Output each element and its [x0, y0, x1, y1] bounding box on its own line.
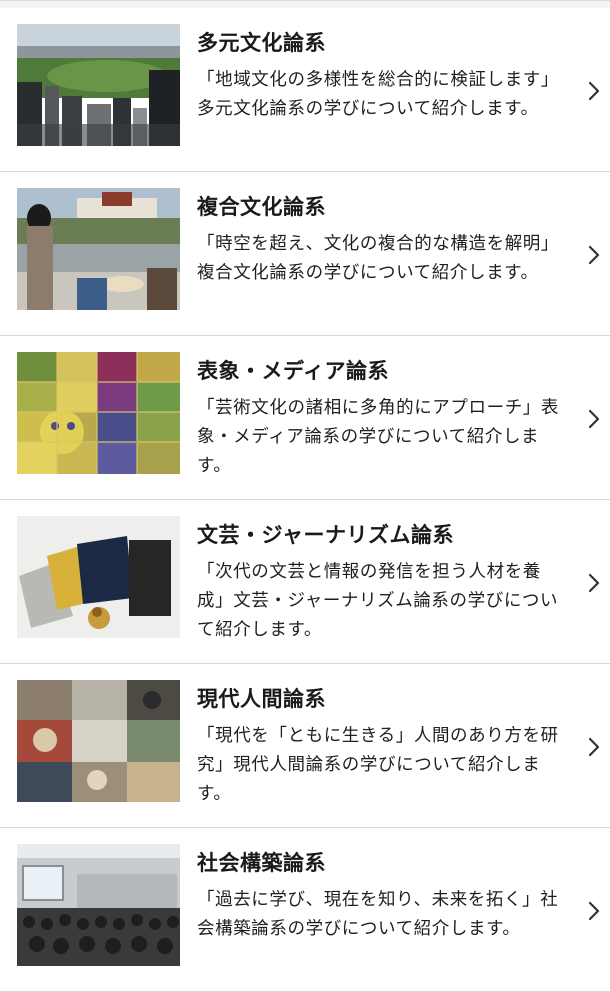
item-description: 「芸術文化の諸相に多角的にアプローチ」表象・メディア論系の学びについて紹介します… — [197, 398, 559, 476]
item-title: 現代人間論系 — [197, 687, 326, 711]
lecture-hall-photo — [17, 844, 180, 966]
list-item-hyosho-media[interactable]: 表象・メディア論系 「芸術文化の諸相に多角的にアプローチ」表象・メディア論系の学… — [0, 336, 610, 500]
item-description: 「次代の文芸と情報の発信を担う人材を養成」文芸・ジャーナリズム論系の学びについて… — [197, 562, 559, 640]
chevron-right-icon — [588, 81, 600, 101]
list-item-fukugo[interactable]: 複合文化論系 「時空を超え、文化の複合的な構造を解明」複合文化論系の学びについて… — [0, 172, 610, 336]
books-photo — [17, 516, 180, 638]
chevron-right-icon — [588, 573, 600, 593]
chevron-right-icon — [588, 901, 600, 921]
chevron-right-icon — [588, 737, 600, 757]
item-title: 文芸・ジャーナリズム論系 — [197, 523, 454, 547]
item-title: 多元文化論系 — [197, 31, 326, 55]
list-item-shakai-kochiku[interactable]: 社会構築論系 「過去に学び、現在を知り、未来を拓く」社会構築論系の学びについて紹… — [0, 828, 610, 992]
item-title: 社会構築論系 — [197, 851, 326, 875]
city-park-photo — [17, 24, 180, 146]
chevron-right-icon — [588, 245, 600, 265]
item-description: 「現代を「ともに生きる」人間のあり方を研究」現代人間論系の学びについて紹介します… — [197, 726, 559, 804]
course-list: 多元文化論系 「地域文化の多様性を総合的に検証します」多元文化論系の学びについて… — [0, 0, 610, 992]
item-title: 複合文化論系 — [197, 195, 326, 219]
item-description: 「地域文化の多様性を総合的に検証します」多元文化論系の学びについて紹介します。 — [197, 70, 559, 119]
mosaic-art-photo — [17, 352, 180, 474]
list-item-bungei-journalism[interactable]: 文芸・ジャーナリズム論系 「次代の文芸と情報の発信を担う人材を養成」文芸・ジャー… — [0, 500, 610, 664]
tibet-palace-photo — [17, 188, 180, 310]
list-item-tabunka[interactable]: 多元文化論系 「地域文化の多様性を総合的に検証します」多元文化論系の学びについて… — [0, 8, 610, 172]
collage-photo — [17, 680, 180, 802]
chevron-right-icon — [588, 409, 600, 429]
item-description: 「過去に学び、現在を知り、未来を拓く」社会構築論系の学びについて紹介します。 — [197, 890, 559, 939]
item-description: 「時空を超え、文化の複合的な構造を解明」複合文化論系の学びについて紹介します。 — [197, 234, 559, 283]
list-item-gendai-ningen[interactable]: 現代人間論系 「現代を「ともに生きる」人間のあり方を研究」現代人間論系の学びにつ… — [0, 664, 610, 828]
item-title: 表象・メディア論系 — [197, 359, 390, 383]
